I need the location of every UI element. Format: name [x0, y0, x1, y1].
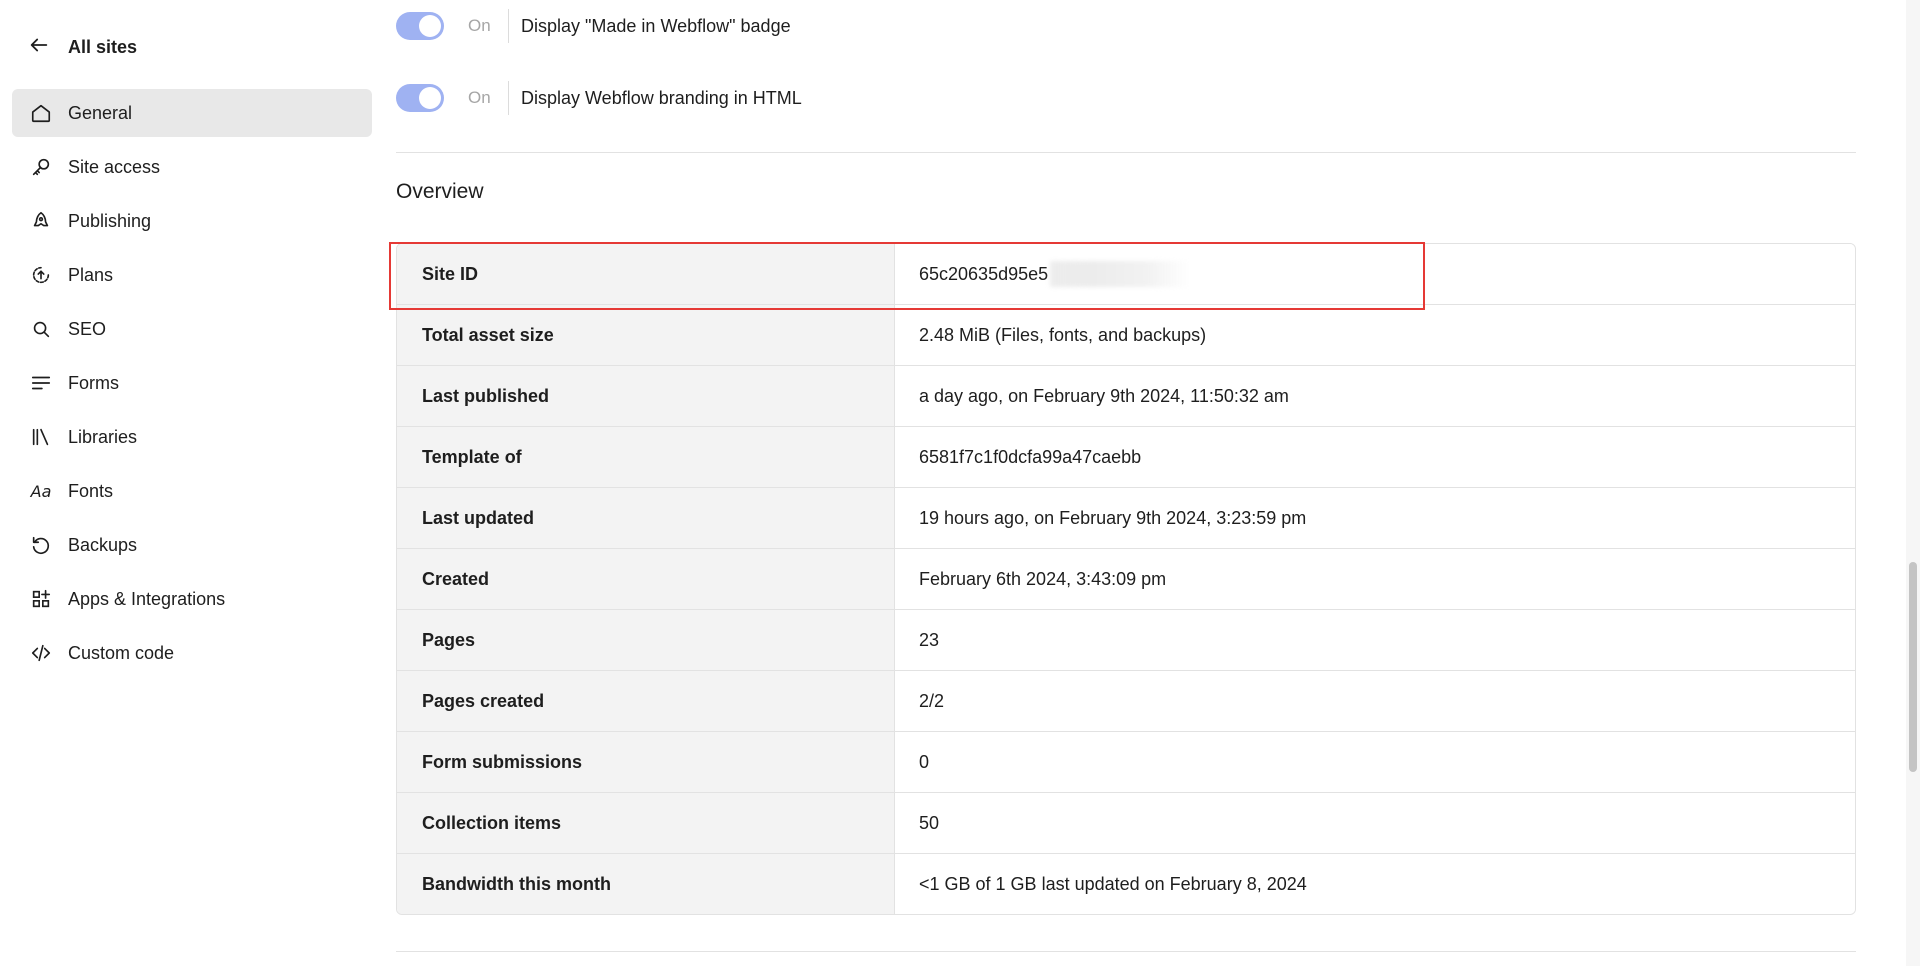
- pages-created-key: Pages created: [397, 671, 895, 731]
- toggle-separator: [508, 81, 509, 115]
- table-row: Last updated 19 hours ago, on February 9…: [397, 488, 1855, 549]
- table-row: Collection items 50: [397, 793, 1855, 854]
- section-divider: [396, 951, 1856, 952]
- sidebar-item-seo[interactable]: SEO: [12, 305, 372, 353]
- last-published-value: a day ago, on February 9th 2024, 11:50:3…: [895, 366, 1855, 426]
- site-id-value: 65c20635d95e5: [919, 263, 1049, 284]
- table-row: Pages created 2/2: [397, 671, 1855, 732]
- forms-icon: [30, 372, 52, 394]
- template-of-value: 6581f7c1f0dcfa99a47caebb: [895, 427, 1855, 487]
- fonts-icon: Aa: [30, 481, 52, 501]
- all-sites-label: All sites: [68, 36, 138, 57]
- made-in-webflow-badge-toggle[interactable]: [396, 12, 444, 40]
- bandwidth-this-month-value: <1 GB of 1 GB last updated on February 8…: [895, 854, 1855, 914]
- collection-items-key: Collection items: [397, 793, 895, 853]
- last-updated-value: 19 hours ago, on February 9th 2024, 3:23…: [895, 488, 1855, 548]
- plans-icon: [30, 264, 52, 286]
- table-row: Site ID 65c20635d95e5: [397, 244, 1855, 305]
- sidebar-item-libraries[interactable]: Libraries: [12, 413, 372, 461]
- rocket-icon: [30, 210, 52, 232]
- sidebar-item-site-access[interactable]: Site access: [12, 143, 372, 191]
- table-row: Total asset size 2.48 MiB (Files, fonts,…: [397, 305, 1855, 366]
- sidebar-item-label: Forms: [68, 372, 119, 393]
- sidebar-item-label: Apps & Integrations: [68, 588, 226, 609]
- created-key: Created: [397, 549, 895, 609]
- table-row: Template of 6581f7c1f0dcfa99a47caebb: [397, 427, 1855, 488]
- bandwidth-this-month-key: Bandwidth this month: [397, 854, 895, 914]
- sidebar-item-label: Plans: [68, 264, 114, 285]
- sidebar-item-label: General: [68, 102, 133, 123]
- vertical-scrollbar[interactable]: [1906, 0, 1920, 966]
- toggle-state-label: On: [468, 16, 491, 35]
- toggle-label: Display Webflow branding in HTML: [521, 87, 802, 108]
- key-icon: [30, 156, 52, 178]
- backups-icon: [30, 534, 52, 556]
- sidebar-item-label: Fonts: [68, 480, 114, 501]
- sidebar-item-label: Site access: [68, 156, 161, 177]
- main-content: On Display "Made in Webflow" badge On Di…: [389, 0, 1856, 966]
- apps-icon: [30, 588, 52, 610]
- template-of-key: Template of: [397, 427, 895, 487]
- scrollbar-thumb[interactable]: [1909, 562, 1917, 772]
- sidebar-item-backups[interactable]: Backups: [12, 521, 372, 569]
- code-icon: [30, 642, 52, 664]
- table-row: Created February 6th 2024, 3:43:09 pm: [397, 549, 1855, 610]
- sidebar-item-fonts[interactable]: Aa Fonts: [12, 467, 372, 515]
- last-published-key: Last published: [397, 366, 895, 426]
- table-row: Pages 23: [397, 610, 1855, 671]
- total-asset-size-key: Total asset size: [397, 305, 895, 365]
- overview-table: Site ID 65c20635d95e5 Total asset size 2…: [396, 243, 1856, 915]
- sidebar-item-label: SEO: [68, 318, 107, 339]
- sidebar-item-custom-code[interactable]: Custom code: [12, 629, 372, 677]
- section-divider: [396, 152, 1856, 153]
- toggle-label: Display "Made in Webflow" badge: [521, 15, 791, 36]
- sidebar-item-forms[interactable]: Forms: [12, 359, 372, 407]
- sidebar-item-label: Libraries: [68, 426, 138, 447]
- sidebar-item-label: Custom code: [68, 642, 175, 663]
- sidebar-item-general[interactable]: General: [12, 89, 372, 137]
- sidebar-item-publishing[interactable]: Publishing: [12, 197, 372, 245]
- form-submissions-value: 0: [895, 732, 1855, 792]
- form-submissions-key: Form submissions: [397, 732, 895, 792]
- webflow-branding-html-toggle[interactable]: [396, 84, 444, 112]
- table-row: Bandwidth this month <1 GB of 1 GB last …: [397, 854, 1855, 914]
- settings-nav: General Site access Publishing Plans SEO…: [12, 89, 372, 683]
- pages-key: Pages: [397, 610, 895, 670]
- pages-value: 23: [895, 610, 1855, 670]
- overview-title: Overview: [396, 180, 484, 203]
- libraries-icon: [30, 426, 52, 448]
- sidebar: All sites General Site access Publishing…: [0, 0, 385, 966]
- site-id-key: Site ID: [397, 244, 895, 304]
- made-in-webflow-badge-setting: On Display "Made in Webflow" badge: [396, 9, 791, 43]
- toggle-separator: [508, 9, 509, 43]
- pages-created-value: 2/2: [895, 671, 1855, 731]
- total-asset-size-value: 2.48 MiB (Files, fonts, and backups): [895, 305, 1855, 365]
- table-row: Last published a day ago, on February 9t…: [397, 366, 1855, 427]
- sidebar-item-label: Publishing: [68, 210, 152, 231]
- collection-items-value: 50: [895, 793, 1855, 853]
- redacted-blur: [1050, 261, 1191, 287]
- created-value: February 6th 2024, 3:43:09 pm: [895, 549, 1855, 609]
- search-icon: [30, 318, 52, 340]
- sidebar-item-label: Backups: [68, 534, 138, 555]
- last-updated-key: Last updated: [397, 488, 895, 548]
- all-sites-back-link[interactable]: All sites: [28, 34, 137, 60]
- table-row: Form submissions 0: [397, 732, 1855, 793]
- webflow-branding-html-setting: On Display Webflow branding in HTML: [396, 81, 802, 115]
- toggle-state-label: On: [468, 88, 491, 107]
- arrow-left-icon: [28, 34, 50, 61]
- site-id-value-cell: 65c20635d95e5: [895, 244, 1855, 304]
- sidebar-item-apps-integrations[interactable]: Apps & Integrations: [12, 575, 372, 623]
- sidebar-item-plans[interactable]: Plans: [12, 251, 372, 299]
- home-icon: [30, 102, 52, 124]
